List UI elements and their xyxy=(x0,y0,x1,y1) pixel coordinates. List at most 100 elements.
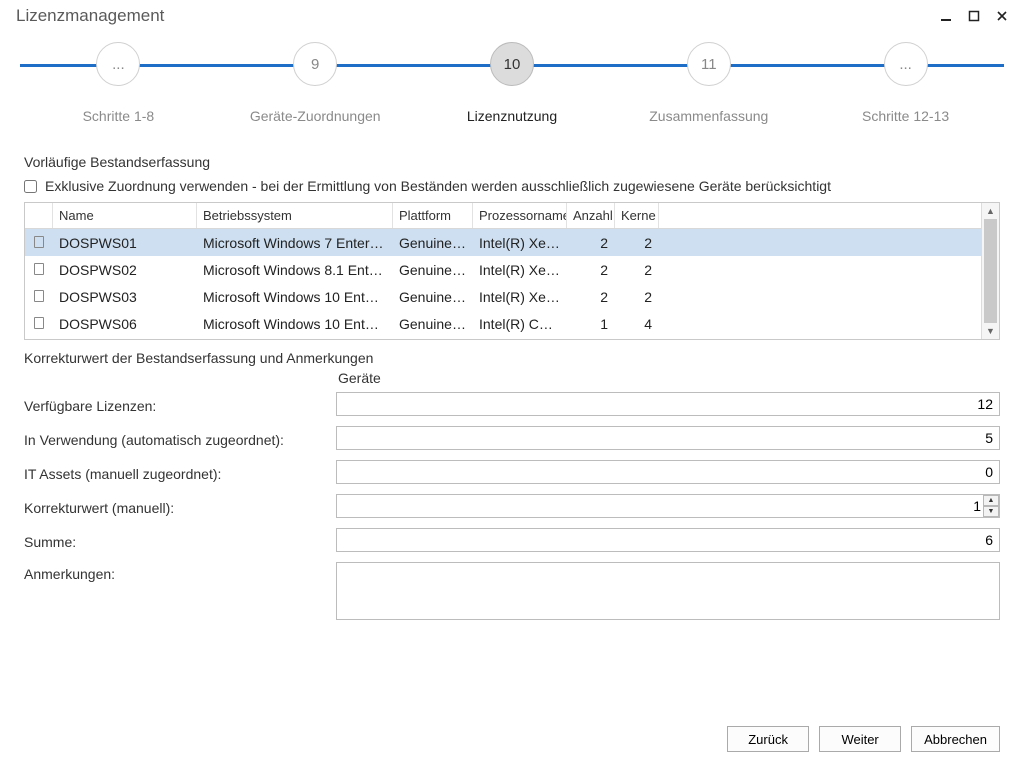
spin-up-icon[interactable]: ▲ xyxy=(983,495,999,506)
device-icon xyxy=(25,289,53,305)
step-11[interactable]: 11 Zusammenfassung xyxy=(610,42,807,124)
back-button[interactable]: Zurück xyxy=(727,726,809,752)
scroll-down-icon[interactable]: ▼ xyxy=(982,323,999,339)
wizard-stepper: ... Schritte 1-8 9 Geräte-Zuordnungen 10… xyxy=(20,42,1004,142)
footer: Zurück Weiter Abbrechen xyxy=(0,716,1024,768)
cell-platform: GenuineIn... xyxy=(393,235,473,251)
field-available xyxy=(336,392,1000,416)
device-icon xyxy=(25,316,53,332)
content-area: Vorläufige Bestandserfassung Exklusive Z… xyxy=(0,142,1024,716)
close-button[interactable] xyxy=(988,4,1016,28)
row-correction: Korrekturwert (manuell): ▲ ▼ xyxy=(24,494,1000,518)
grid-body[interactable]: DOSPWS01Microsoft Windows 7 Enterp...Gen… xyxy=(25,229,981,339)
cell-platform: GenuineIn... xyxy=(393,316,473,332)
spin-down-icon[interactable]: ▼ xyxy=(983,506,999,517)
cancel-button[interactable]: Abbrechen xyxy=(911,726,1000,752)
row-manual-assets: IT Assets (manuell zugeordnet): xyxy=(24,460,1000,484)
step-label: Lizenznutzung xyxy=(414,108,611,124)
correction-title: Korrekturwert der Bestandserfassung und … xyxy=(24,350,1000,366)
cell-os: Microsoft Windows 10 Enter... xyxy=(197,316,393,332)
devices-grid: Name Betriebssystem Plattform Prozessorn… xyxy=(24,202,1000,340)
step-circle: ... xyxy=(884,42,928,86)
step-9[interactable]: 9 Geräte-Zuordnungen xyxy=(217,42,414,124)
col-name[interactable]: Name xyxy=(53,203,197,228)
scroll-thumb[interactable] xyxy=(984,219,997,323)
cell-platform: GenuineIn... xyxy=(393,289,473,305)
window-title: Lizenzmanagement xyxy=(16,6,164,26)
next-button[interactable]: Weiter xyxy=(819,726,901,752)
cell-cores: 2 xyxy=(615,235,659,251)
devices-heading: Geräte xyxy=(336,370,381,386)
row-notes: Anmerkungen: xyxy=(24,562,1000,623)
cell-cores: 2 xyxy=(615,262,659,278)
grid-scrollbar[interactable]: ▲ ▼ xyxy=(981,203,999,339)
step-circle: 9 xyxy=(293,42,337,86)
cell-processor: Intel(R) Xeon(... xyxy=(473,289,567,305)
grid-header: Name Betriebssystem Plattform Prozessorn… xyxy=(25,203,981,229)
step-label: Zusammenfassung xyxy=(610,108,807,124)
col-platform[interactable]: Plattform xyxy=(393,203,473,228)
col-count[interactable]: Anzahl xyxy=(567,203,615,228)
device-icon xyxy=(25,235,53,251)
step-label: Geräte-Zuordnungen xyxy=(217,108,414,124)
label-in-use: In Verwendung (automatisch zugeordnet): xyxy=(24,428,336,448)
correction-spinner[interactable]: ▲ ▼ xyxy=(983,495,999,517)
exclusive-assignment-row: Exklusive Zuordnung verwenden - bei der … xyxy=(24,178,1000,194)
label-notes: Anmerkungen: xyxy=(24,562,336,582)
step-circle: 10 xyxy=(490,42,534,86)
cell-name: DOSPWS03 xyxy=(53,289,197,305)
step-label: Schritte 1-8 xyxy=(20,108,217,124)
minimize-button[interactable] xyxy=(932,4,960,28)
label-correction: Korrekturwert (manuell): xyxy=(24,496,336,516)
col-processor[interactable]: Prozessorname xyxy=(473,203,567,228)
step-label: Schritte 12-13 xyxy=(807,108,1004,124)
col-rest xyxy=(659,203,981,228)
exclusive-assignment-label[interactable]: Exklusive Zuordnung verwenden - bei der … xyxy=(45,178,831,194)
row-sum: Summe: xyxy=(24,528,1000,552)
cell-name: DOSPWS02 xyxy=(53,262,197,278)
cell-name: DOSPWS01 xyxy=(53,235,197,251)
correction-header: Geräte xyxy=(24,370,1000,386)
field-in-use xyxy=(336,426,1000,450)
table-row[interactable]: DOSPWS06Microsoft Windows 10 Enter...Gen… xyxy=(25,310,981,337)
cell-count: 2 xyxy=(567,262,615,278)
step-circle: ... xyxy=(96,42,140,86)
cell-count: 1 xyxy=(567,316,615,332)
cell-cores: 4 xyxy=(615,316,659,332)
titlebar: Lizenzmanagement xyxy=(0,0,1024,32)
exclusive-assignment-checkbox[interactable] xyxy=(24,180,37,193)
cell-platform: GenuineIn... xyxy=(393,262,473,278)
cell-os: Microsoft Windows 8.1 Enter... xyxy=(197,262,393,278)
field-notes[interactable] xyxy=(336,562,1000,620)
cell-count: 2 xyxy=(567,289,615,305)
cell-name: DOSPWS06 xyxy=(53,316,197,332)
table-row[interactable]: DOSPWS02Microsoft Windows 8.1 Enter...Ge… xyxy=(25,256,981,283)
cell-cores: 2 xyxy=(615,289,659,305)
row-in-use: In Verwendung (automatisch zugeordnet): xyxy=(24,426,1000,450)
cell-os: Microsoft Windows 10 Enter... xyxy=(197,289,393,305)
device-icon xyxy=(25,262,53,278)
label-available: Verfügbare Lizenzen: xyxy=(24,394,336,414)
cell-processor: Intel(R) Core(... xyxy=(473,316,567,332)
step-circle: 11 xyxy=(687,42,731,86)
col-icon[interactable] xyxy=(25,203,53,228)
scroll-up-icon[interactable]: ▲ xyxy=(982,203,999,219)
col-cores[interactable]: Kerne xyxy=(615,203,659,228)
field-manual xyxy=(336,460,1000,484)
step-10[interactable]: 10 Lizenznutzung xyxy=(414,42,611,124)
table-row[interactable]: DOSPWS03Microsoft Windows 10 Enter...Gen… xyxy=(25,283,981,310)
cell-count: 2 xyxy=(567,235,615,251)
table-row[interactable]: DOSPWS01Microsoft Windows 7 Enterp...Gen… xyxy=(25,229,981,256)
step-1-8[interactable]: ... Schritte 1-8 xyxy=(20,42,217,124)
row-available-licenses: Verfügbare Lizenzen: xyxy=(24,392,1000,416)
label-manual: IT Assets (manuell zugeordnet): xyxy=(24,462,336,482)
cell-processor: Intel(R) Xeon(... xyxy=(473,262,567,278)
inventory-title: Vorläufige Bestandserfassung xyxy=(24,154,1000,170)
field-correction[interactable] xyxy=(336,494,1000,518)
cell-processor: Intel(R) Xeon(... xyxy=(473,235,567,251)
step-12-13[interactable]: ... Schritte 12-13 xyxy=(807,42,1004,124)
col-os[interactable]: Betriebssystem xyxy=(197,203,393,228)
field-sum xyxy=(336,528,1000,552)
maximize-button[interactable] xyxy=(960,4,988,28)
label-sum: Summe: xyxy=(24,530,336,550)
